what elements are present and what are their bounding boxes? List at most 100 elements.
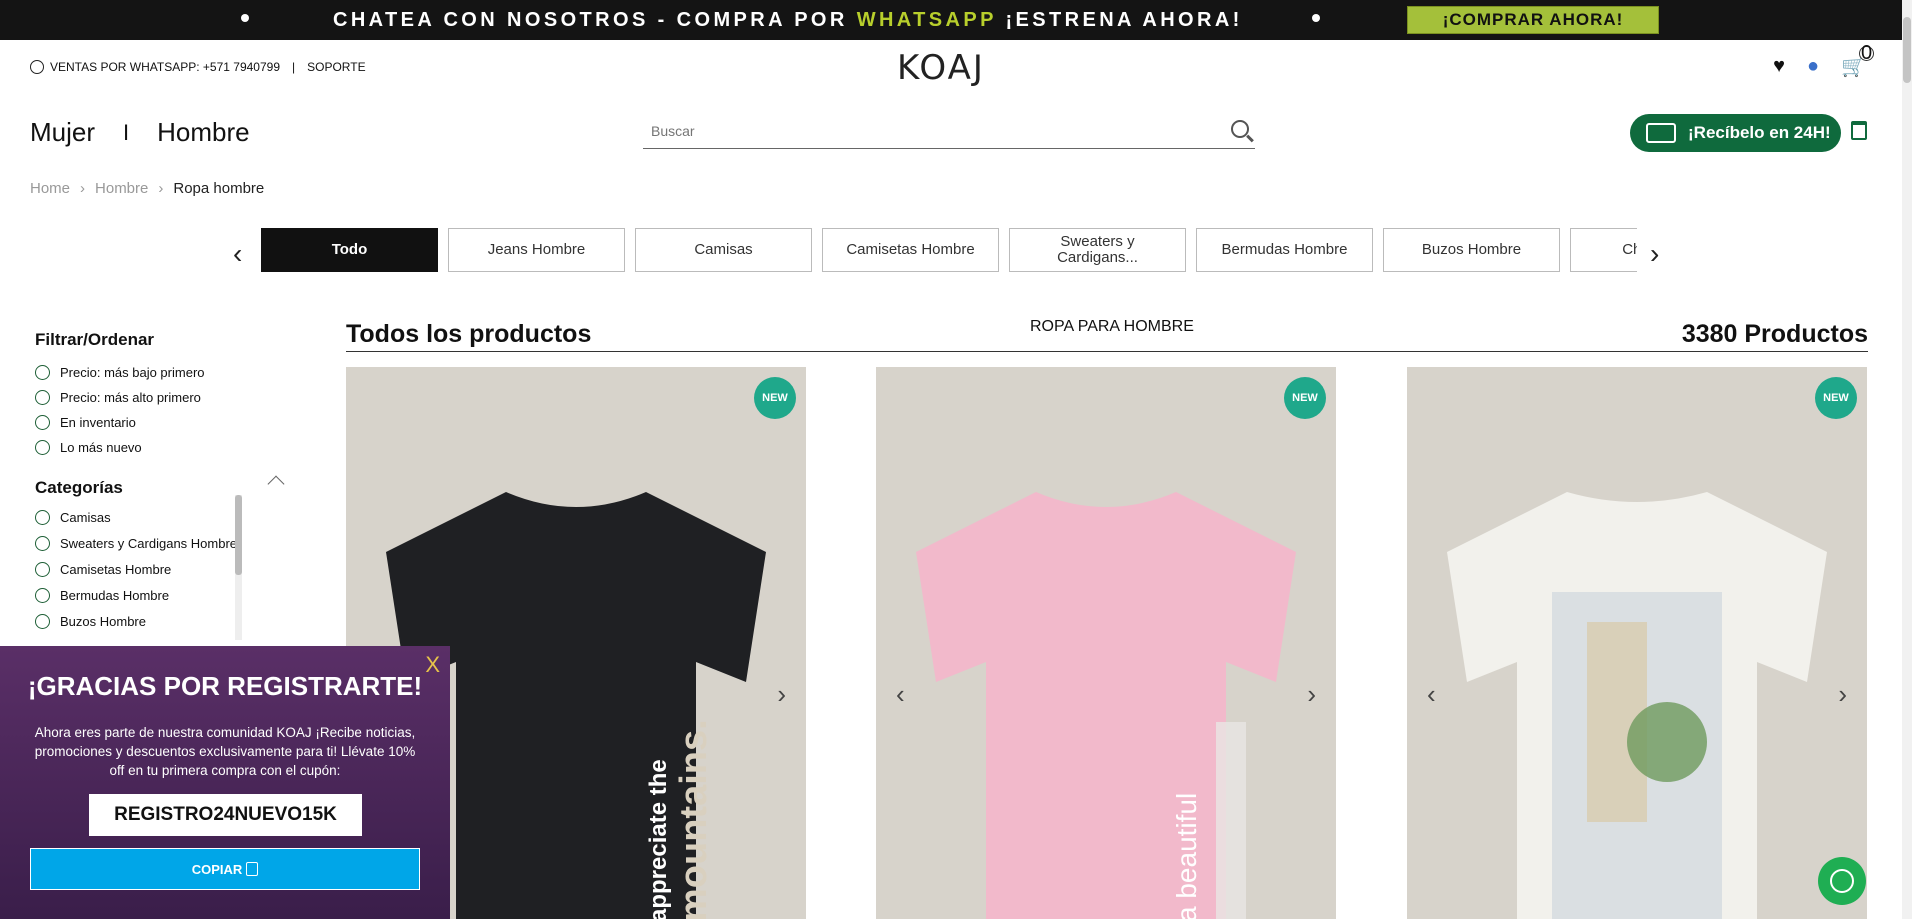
site-logo[interactable]: KOAJ bbox=[897, 48, 985, 88]
category-bermudas[interactable]: Bermudas Hombre bbox=[1196, 228, 1373, 272]
filter-label: Lo más nuevo bbox=[60, 440, 142, 455]
new-badge: NEW bbox=[1815, 377, 1857, 419]
product-card[interactable]: NEW ‹ › bbox=[1407, 367, 1867, 919]
category-todo[interactable]: Todo bbox=[261, 228, 438, 272]
svg-text:mountains.: mountains. bbox=[673, 719, 715, 919]
radio-icon bbox=[35, 561, 50, 577]
breadcrumb-men[interactable]: Hombre bbox=[95, 180, 148, 197]
nav-men[interactable]: Hombre bbox=[157, 117, 249, 148]
category-scrollbar[interactable] bbox=[235, 495, 242, 640]
category-buzos[interactable]: Buzos Hombre bbox=[1383, 228, 1560, 272]
heart-icon[interactable]: ♥ bbox=[1773, 55, 1785, 78]
category-filter-item[interactable]: Buzos Hombre bbox=[35, 608, 290, 634]
promo-dot bbox=[241, 14, 249, 22]
chevron-left-icon[interactable]: ‹ bbox=[896, 679, 905, 710]
radio-icon bbox=[35, 587, 50, 603]
breadcrumb-home[interactable]: Home bbox=[30, 180, 70, 197]
scrollbar-thumb[interactable] bbox=[235, 495, 242, 575]
contact-bar: VENTAS POR WHATSAPP: +571 7940799 | SOPO… bbox=[30, 60, 366, 74]
support-link[interactable]: SOPORTE bbox=[307, 60, 365, 74]
categories-title: Categorías bbox=[35, 478, 123, 497]
copy-icon bbox=[246, 862, 259, 876]
nav-separator: I bbox=[123, 119, 130, 145]
chevron-right-icon[interactable]: › bbox=[1307, 679, 1316, 710]
breadcrumb-separator-icon: › bbox=[80, 180, 86, 197]
buy-now-button[interactable]: ¡COMPRAR AHORA! bbox=[1407, 6, 1659, 34]
promo-text-end: ¡ESTRENA AHORA! bbox=[996, 9, 1243, 31]
delivery-label: ¡Recíbelo en 24H! bbox=[1688, 123, 1831, 142]
category-jeans[interactable]: Jeans Hombre bbox=[448, 228, 625, 272]
user-icon[interactable]: ● bbox=[1807, 55, 1819, 78]
search-bar bbox=[643, 116, 1255, 149]
whatsapp-sales-link[interactable]: VENTAS POR WHATSAPP: +571 7940799 bbox=[50, 60, 280, 74]
products-header: Todos los productos ROPA PARA HOMBRE 338… bbox=[346, 318, 1868, 352]
radio-icon bbox=[35, 613, 50, 629]
trash-icon[interactable] bbox=[1851, 121, 1867, 140]
category-filter-label: Buzos Hombre bbox=[60, 613, 146, 629]
nav-women[interactable]: Mujer bbox=[30, 117, 95, 148]
popup-body: Ahora eres parte de nuestra comunidad KO… bbox=[34, 725, 416, 778]
cart-icon[interactable]: 🛒 0 bbox=[1841, 42, 1874, 79]
search-icon[interactable] bbox=[1231, 120, 1249, 138]
contact-separator: | bbox=[292, 60, 296, 74]
filter-newest[interactable]: Lo más nuevo bbox=[35, 435, 290, 460]
filter-label: Precio: más alto primero bbox=[60, 390, 201, 405]
breadcrumb: Home › Hombre › Ropa hombre bbox=[30, 180, 264, 197]
category-camisetas[interactable]: Camisetas Hombre bbox=[822, 228, 999, 272]
category-filter-label: Camisas bbox=[60, 509, 111, 525]
category-carousel: Todo Jeans Hombre Camisas Camisetas Homb… bbox=[261, 228, 1637, 272]
chevron-right-icon[interactable]: › bbox=[1650, 238, 1659, 270]
copy-label: COPIAR bbox=[191, 861, 243, 877]
filter-price-high[interactable]: Precio: más alto primero bbox=[35, 385, 290, 410]
category-filter-item[interactable]: Camisetas Hombre bbox=[35, 556, 290, 582]
category-filter-label: Camisetas Hombre bbox=[60, 561, 172, 577]
category-filter-item[interactable]: Bermudas Hombre bbox=[35, 582, 290, 608]
whatsapp-chat-button[interactable] bbox=[1818, 857, 1866, 905]
promo-text-highlight: WHATSAPP bbox=[856, 9, 997, 31]
radio-icon bbox=[35, 440, 50, 455]
category-camisas[interactable]: Camisas bbox=[635, 228, 812, 272]
svg-text:a beautiful: a beautiful bbox=[1171, 793, 1202, 919]
radio-icon bbox=[35, 535, 50, 551]
category-filter-label: Bermudas Hombre bbox=[60, 587, 170, 603]
filter-price-low[interactable]: Precio: más bajo primero bbox=[35, 360, 290, 385]
header-icons: ♥ ● 🛒 0 bbox=[1773, 42, 1874, 79]
filter-in-stock[interactable]: En inventario bbox=[35, 410, 290, 435]
promo-text-start: CHATEA CON NOSOTROS - COMPRA POR bbox=[333, 9, 857, 31]
chevron-left-icon[interactable]: ‹ bbox=[233, 238, 242, 270]
radio-icon bbox=[35, 415, 50, 430]
chevron-right-icon[interactable]: › bbox=[1838, 679, 1847, 710]
chevron-left-icon[interactable]: ‹ bbox=[1427, 679, 1436, 710]
category-filter-label: Sweaters y Cardigans Hombre bbox=[60, 535, 238, 551]
filter-sidebar: Filtrar/Ordenar Precio: más bajo primero… bbox=[35, 330, 290, 654]
search-input[interactable] bbox=[643, 116, 1203, 146]
product-image bbox=[1447, 492, 1827, 919]
gender-nav: Mujer I Hombre bbox=[30, 117, 250, 148]
category-filter-item[interactable]: Camisas bbox=[35, 504, 290, 530]
filter-title: Filtrar/Ordenar bbox=[35, 330, 155, 349]
category-filter-list: Camisas Sweaters y Cardigans Hombre Cami… bbox=[35, 504, 290, 654]
category-chaquetas[interactable]: Chaquetas bbox=[1570, 228, 1637, 272]
radio-icon bbox=[35, 365, 50, 380]
filter-label: En inventario bbox=[60, 415, 136, 430]
copy-coupon-button[interactable]: COPIAR bbox=[30, 848, 420, 890]
category-sweaters[interactable]: Sweaters y Cardigans... bbox=[1009, 228, 1186, 272]
chevron-right-icon[interactable]: › bbox=[777, 679, 786, 710]
product-card[interactable]: NEW a beautiful ‹ › bbox=[876, 367, 1336, 919]
delivery-24h-button[interactable]: ¡Recíbelo en 24H! bbox=[1630, 114, 1841, 152]
category-filter-item[interactable]: Sweaters y Cardigans Hombre bbox=[35, 530, 290, 556]
filter-label: Precio: más bajo primero bbox=[60, 365, 205, 380]
registration-popup: X ¡GRACIAS POR REGISTRARTE! Ahora eres p… bbox=[0, 646, 450, 919]
truck-icon bbox=[1646, 123, 1676, 143]
whatsapp-icon bbox=[30, 60, 44, 74]
coupon-code: REGISTRO24NUEVO15K bbox=[89, 794, 362, 836]
page-scrollbar[interactable] bbox=[1902, 0, 1912, 919]
product-image: a beautiful bbox=[916, 492, 1296, 919]
breadcrumb-separator-icon: › bbox=[158, 180, 164, 197]
products-count: 3380 Productos bbox=[1681, 320, 1868, 348]
products-title: Todos los productos bbox=[346, 320, 592, 348]
svg-text:appreciate the: appreciate the bbox=[645, 759, 672, 919]
popup-title: ¡GRACIAS POR REGISTRARTE! bbox=[27, 671, 423, 701]
scrollbar-thumb[interactable] bbox=[1903, 17, 1911, 83]
radio-icon bbox=[35, 509, 50, 525]
